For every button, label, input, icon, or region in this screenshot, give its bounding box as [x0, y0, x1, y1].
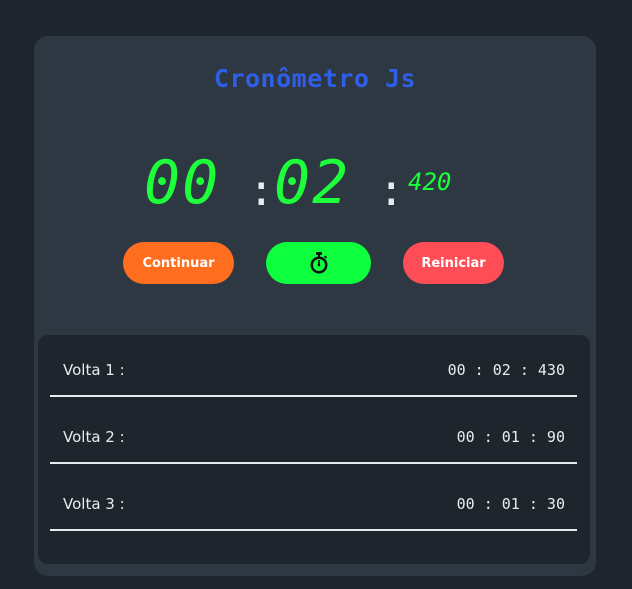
stopwatch-icon: [308, 251, 330, 275]
lap-button[interactable]: [266, 242, 371, 284]
lap-item: Volta 3 : 00 : 01 : 30: [50, 469, 577, 531]
lap-label: Volta 1 :: [63, 361, 125, 379]
timer-separator: :: [378, 165, 405, 216]
reset-button[interactable]: Reiniciar: [403, 242, 504, 284]
timer-separator: :: [248, 165, 275, 216]
timer-milliseconds: 420: [408, 168, 452, 196]
lap-time: 00 : 01 : 30: [456, 495, 565, 513]
continue-button[interactable]: Continuar: [123, 242, 234, 284]
lap-label: Volta 3 :: [63, 495, 125, 513]
lap-time: 00 : 02 : 430: [447, 361, 565, 379]
lap-label: Volta 2 :: [63, 428, 125, 446]
app-title: Cronômetro Js: [213, 64, 417, 93]
stopwatch-card: Cronômetro Js 00 : 02 : 420 Continuar Re…: [34, 36, 596, 576]
timer-seconds: 02: [274, 148, 351, 218]
lap-time: 00 : 01 : 90: [456, 428, 565, 446]
lap-item: Volta 2 : 00 : 01 : 90: [50, 402, 577, 464]
timer-display: 00 : 02 : 420: [34, 148, 596, 218]
lap-list: Volta 1 : 00 : 02 : 430 Volta 2 : 00 : 0…: [38, 335, 590, 564]
timer-minutes: 00: [144, 148, 221, 218]
lap-item: Volta 1 : 00 : 02 : 430: [50, 335, 577, 397]
